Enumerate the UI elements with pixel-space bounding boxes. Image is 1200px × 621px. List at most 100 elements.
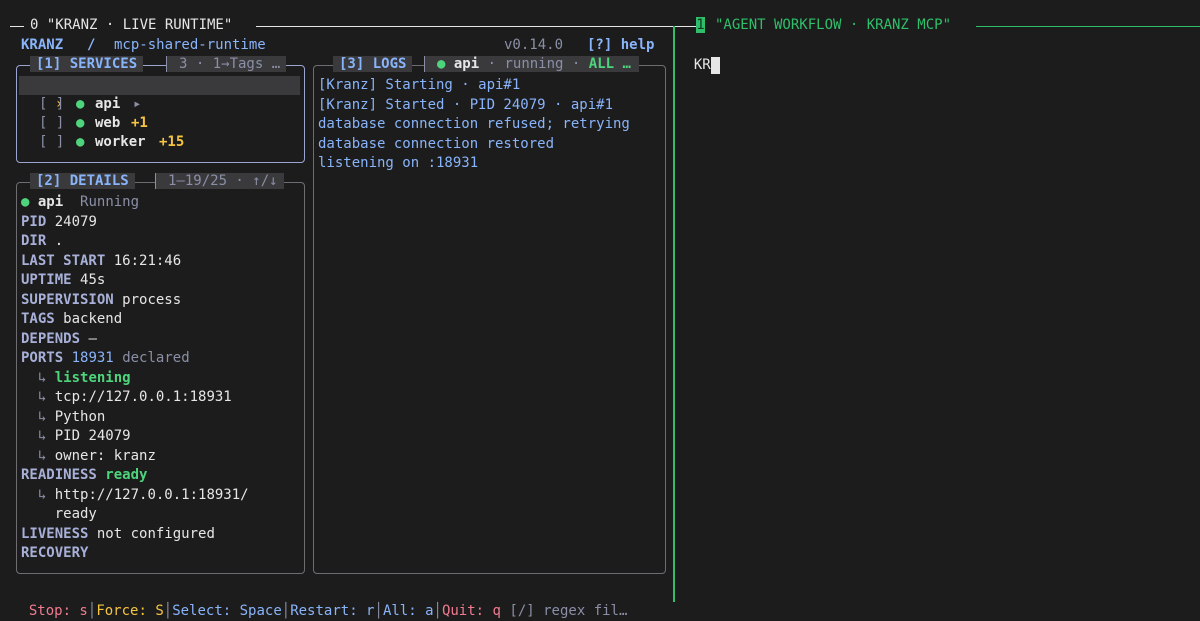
supervision-value: process [122, 291, 182, 308]
status-dot-icon: ● [437, 56, 446, 72]
port-addr-row: ↳ tcp://127.0.0.1:18931 [21, 388, 232, 407]
hint-divider: │ [163, 603, 173, 619]
service-tag-count: +15 [159, 134, 185, 150]
details-dir-row: DIR . [21, 232, 63, 251]
readiness-url-row: ↳ http://127.0.0.1:18931/ [21, 486, 249, 505]
port-owner: owner: kranz [54, 447, 156, 464]
logs-service: api [453, 56, 480, 72]
pid-value: 24079 [54, 213, 97, 230]
pane-index-agent: 1 [696, 17, 705, 33]
liveness-label: LIVENESS [21, 525, 89, 542]
select-hint[interactable]: Select: Space [172, 603, 282, 619]
tmux-top-border-mid [256, 26, 696, 27]
details-panel-title[interactable]: [2] DETAILS [30, 173, 135, 189]
details-service-state: Running [80, 194, 140, 210]
quit-hint[interactable]: Quit: q [442, 603, 501, 619]
uptime-label: UPTIME [21, 272, 72, 288]
hint-divider: │ [374, 603, 383, 619]
agent-terminal[interactable]: KR [677, 37, 720, 74]
service-name: worker [95, 134, 146, 150]
port-listening-row: ↳ listening [21, 369, 131, 388]
details-uptime-row: UPTIME 45s [21, 271, 105, 290]
ports-label: PORTS [21, 350, 64, 366]
logs-filter[interactable]: ALL … [589, 56, 631, 72]
hint-divider: │ [281, 603, 291, 619]
sub-arrow-icon: ↳ [37, 486, 47, 503]
status-dot-icon: ● [76, 134, 85, 150]
services-panel-meta: 3 · 1→Tags … [166, 56, 287, 72]
readiness-label: READINESS [21, 467, 97, 483]
services-panel-title[interactable]: [1] SERVICES [30, 56, 144, 72]
tmux-top-border-left [10, 26, 24, 27]
service-row-worker[interactable]: [ ] ● worker +15 [21, 114, 184, 150]
details-service-name: api [37, 194, 64, 210]
dir-value: . [54, 233, 64, 249]
port-address: tcp://127.0.0.1:18931 [54, 389, 232, 405]
sub-arrow-icon: ↳ [37, 369, 47, 386]
port-pid: PID 24079 [54, 428, 131, 444]
service-tag-count: +1 [131, 115, 148, 131]
ports-value: 18931 [71, 350, 114, 366]
log-line: [Kranz] Starting · api#1 [318, 77, 521, 93]
details-recovery-row: RECOVERY [21, 544, 88, 563]
depends-value: — [88, 330, 97, 347]
last-start-value: 16:21:46 [113, 252, 182, 269]
regex-filter-hint[interactable]: [/] regex fil… [509, 603, 627, 619]
details-supervision-row: SUPERVISION process [21, 291, 181, 310]
app-name: KRANZ [21, 37, 64, 53]
service-row-web[interactable]: [ ] ● web +1 [21, 95, 148, 131]
tmux-pane-divider [673, 26, 675, 602]
last-start-label: LAST START [21, 252, 106, 269]
depends-label: DEPENDS [21, 330, 81, 347]
readiness-url-cont-row: ready [21, 505, 97, 524]
details-service-row: ● api Running [21, 193, 139, 212]
agent-input-text[interactable]: KR [694, 57, 711, 73]
expand-arrow-icon: ▸ [133, 96, 142, 112]
terminal-cursor [710, 56, 720, 74]
force-hint[interactable]: Force: S [96, 603, 163, 619]
sub-arrow-icon: ↳ [37, 447, 47, 464]
status-dot-icon: ● [76, 115, 85, 131]
readiness-url-cont: ready [54, 506, 97, 522]
sub-arrow-icon: ↳ [37, 428, 47, 444]
service-name: api [95, 96, 121, 112]
service-checkbox[interactable]: [ ] [39, 133, 64, 152]
service-name: web [95, 115, 121, 131]
sub-arrow-icon: ↳ [37, 389, 47, 405]
ports-state: declared [122, 350, 190, 366]
status-dot-icon: ● [76, 96, 85, 112]
supervision-label: SUPERVISION [21, 291, 114, 308]
log-line: listening on :18931 [318, 155, 479, 171]
port-pid-row: ↳ PID 24079 [21, 427, 131, 446]
tmux-top-border-right [976, 26, 1200, 27]
port-proc-row: ↳ Python [21, 408, 105, 427]
version-label: v0.14.0 [504, 37, 564, 53]
status-dot-icon: ● [21, 194, 30, 210]
logs-panel-title[interactable]: [3] LOGS [333, 56, 413, 72]
tags-value: backend [63, 311, 123, 327]
sub-arrow-icon: ↳ [37, 408, 47, 425]
pane-title-live-runtime: 0 "KRANZ · LIVE RUNTIME" [30, 17, 233, 33]
port-listening: listening [54, 369, 131, 386]
details-pid-row: PID 24079 [21, 213, 97, 232]
details-readiness-row: READINESS ready [21, 466, 147, 485]
details-ports-row: PORTS 18931 declared [21, 349, 190, 368]
pane-title-agent-workflow: "AGENT WORKFLOW · KRANZ MCP" [715, 17, 952, 33]
footer-keybar: Stop: s│Force: S│Select: Space│Restart: … [12, 583, 628, 619]
readiness-url: http://127.0.0.1:18931/ [54, 486, 249, 503]
log-line: database connection restored [318, 135, 555, 152]
logs-panel-meta: ● api · running · ALL … [424, 56, 639, 72]
service-row-api[interactable]: ›[ ] ● api ▸ [21, 76, 141, 112]
details-tags-row: TAGS backend [21, 310, 122, 329]
stop-hint[interactable]: Stop: s [29, 603, 88, 619]
breadcrumb-separator: / [87, 37, 96, 53]
log-line: database connection refused; retrying [318, 116, 630, 132]
all-hint[interactable]: All: a [383, 603, 434, 619]
help-button[interactable]: [?] help [587, 37, 654, 53]
log-line: [Kranz] Started · PID 24079 · api#1 [318, 96, 614, 113]
hint-divider: │ [433, 603, 442, 619]
uptime-value: 45s [80, 272, 106, 288]
restart-hint[interactable]: Restart: r [290, 603, 374, 619]
tags-label: TAGS [21, 311, 55, 327]
project-name: mcp-shared-runtime [114, 37, 266, 53]
